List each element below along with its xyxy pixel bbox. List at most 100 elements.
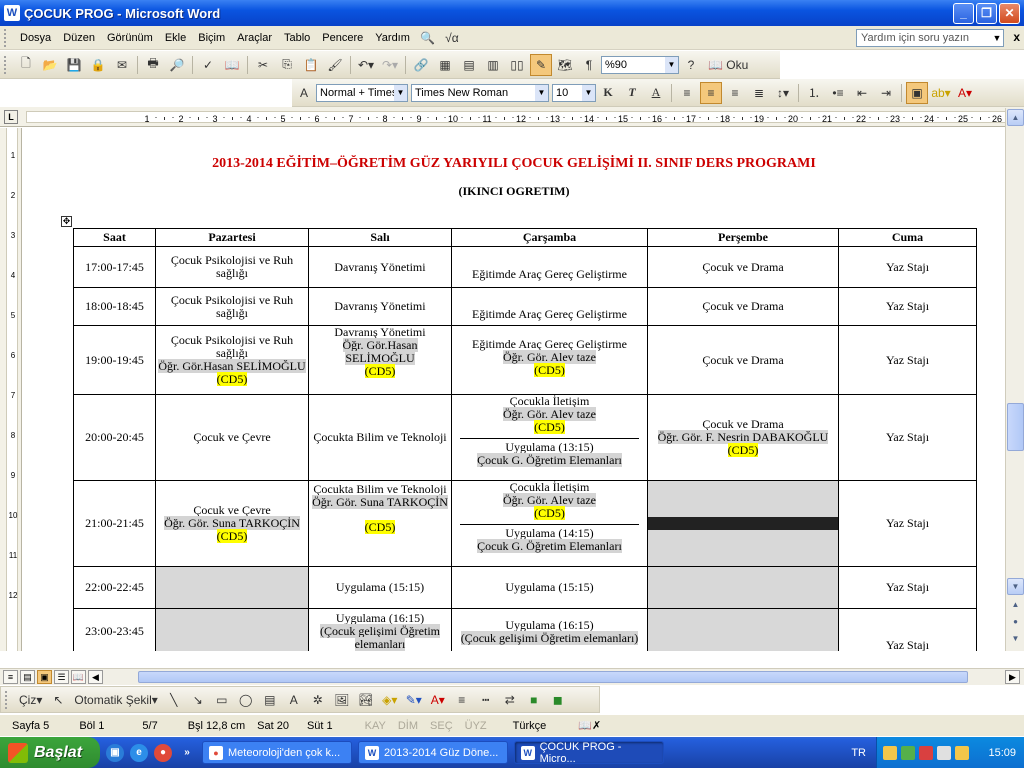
clock[interactable]: 15:09 xyxy=(988,747,1016,759)
open-folder-icon[interactable]: 📂 xyxy=(39,54,61,76)
tray-app-icon[interactable] xyxy=(883,745,897,760)
more-quicklaunch-icon[interactable]: » xyxy=(178,744,196,762)
draw-menu-button[interactable]: Çiz ▾ xyxy=(16,689,45,711)
start-button[interactable]: Başlat xyxy=(0,737,100,768)
thursday-cell-empty[interactable] xyxy=(647,608,839,651)
tray-app-icon[interactable] xyxy=(937,745,951,760)
next-page-icon[interactable]: ▼ xyxy=(1007,630,1024,647)
thursday-cell[interactable]: Çocuk ve Drama xyxy=(647,246,839,288)
help-search-input[interactable]: Yardım için soru yazın xyxy=(856,29,1004,47)
status-track[interactable]: DİM xyxy=(398,720,418,732)
vertical-ruler[interactable]: 1 2 3 4 5 6 7 8 9 10 11 12 xyxy=(0,128,22,651)
toolbar-grip[interactable] xyxy=(5,690,11,709)
bullets-icon[interactable]: •≡ xyxy=(827,82,849,104)
hyperlink-icon[interactable]: 🔗 xyxy=(410,54,432,76)
oval-icon[interactable]: ◯ xyxy=(235,689,257,711)
copy-icon[interactable]: ⎘ xyxy=(276,54,298,76)
tray-app-icon[interactable] xyxy=(919,745,933,760)
monday-cell[interactable]: Çocuk Psikolojisi ve Ruh sağlığı Öğr. Gö… xyxy=(155,325,309,395)
thursday-cell[interactable]: Çocuk ve Drama xyxy=(647,325,839,395)
friday-cell[interactable]: Yaz Stajı xyxy=(838,566,977,609)
outline-view-icon[interactable]: ☰ xyxy=(54,670,69,684)
line-style-icon[interactable]: ≡ xyxy=(451,689,473,711)
normal-view-icon[interactable]: ≡ xyxy=(3,670,18,684)
align-left-icon[interactable]: ≡ xyxy=(676,82,698,104)
chrome-icon[interactable]: ● xyxy=(154,743,172,762)
italic-button[interactable]: T xyxy=(621,82,643,104)
tuesday-cell[interactable]: Uygulama (16:15) (Çocuk gelişimi Öğretim… xyxy=(308,608,452,651)
decrease-indent-icon[interactable]: ⇤ xyxy=(851,82,873,104)
fill-color-icon[interactable]: ◈▾ xyxy=(379,689,401,711)
chevron-down-icon[interactable]: ▼ xyxy=(394,84,407,101)
font-select[interactable]: Times New Roman ▼ xyxy=(411,83,549,102)
increase-indent-icon[interactable]: ⇥ xyxy=(875,82,897,104)
diagram-icon[interactable]: ✲ xyxy=(307,689,329,711)
align-center-icon[interactable]: ≡ xyxy=(700,81,722,104)
chevron-down-icon[interactable]: ▼ xyxy=(535,84,548,101)
scroll-right-icon[interactable]: ▶ xyxy=(1005,670,1020,684)
zoom-select[interactable]: %90 ▼ xyxy=(601,55,679,74)
show-hide-icon[interactable]: ¶ xyxy=(578,54,600,76)
monday-cell[interactable]: Çocuk ve Çevre xyxy=(155,394,309,481)
scroll-down-icon[interactable]: ▼ xyxy=(1007,578,1024,595)
line-color-icon[interactable]: ✎▾ xyxy=(403,689,425,711)
menu-dosya[interactable]: Dosya xyxy=(14,32,57,44)
draw-font-color-icon[interactable]: A▾ xyxy=(427,689,449,711)
menu-pencere[interactable]: Pencere xyxy=(316,32,369,44)
browse-object-icon[interactable]: ● xyxy=(1007,613,1024,630)
menu-gorunum[interactable]: Görünüm xyxy=(101,32,159,44)
document-close-button[interactable]: x xyxy=(1013,30,1020,44)
time-cell[interactable]: 18:00-18:45 xyxy=(73,287,156,326)
email-icon[interactable]: ✉ xyxy=(111,54,133,76)
textbox-icon[interactable]: ▤ xyxy=(259,689,281,711)
3d-icon[interactable]: ◼ xyxy=(547,689,569,711)
reading-view-icon[interactable]: 📖 xyxy=(71,670,86,684)
horizontal-ruler[interactable]: L 1 2 3 4 5 6 7 8 9 10 11 12 13 14 15 16 17 18 19 20 21 22 23 2… xyxy=(0,107,1024,127)
menu-araclar[interactable]: Araçlar xyxy=(231,32,278,44)
underline-button[interactable]: A xyxy=(645,82,667,104)
time-cell[interactable]: 17:00-17:45 xyxy=(73,246,156,288)
tuesday-cell[interactable]: Davranış Yönetimi Öğr. Gör.Hasan SELİMOĞ… xyxy=(308,325,452,395)
chevron-down-icon[interactable]: ▼ xyxy=(990,29,1004,47)
print-icon[interactable]: 🖶 xyxy=(142,54,164,76)
picture-icon[interactable]: 🏞 xyxy=(355,689,377,711)
status-overtype[interactable]: ÜYZ xyxy=(465,720,487,732)
time-cell[interactable]: 20:00-20:45 xyxy=(73,394,156,481)
shadow-icon[interactable]: ■ xyxy=(523,689,545,711)
show-desktop-icon[interactable]: ▣ xyxy=(106,743,124,762)
menu-yardim[interactable]: Yardım xyxy=(369,32,416,44)
spelling-status-icon[interactable]: 📖✗ xyxy=(578,719,601,732)
status-language[interactable]: Türkçe xyxy=(513,720,547,732)
scroll-up-icon[interactable]: ▲ xyxy=(1007,109,1024,126)
new-document-icon[interactable]: 🗋 xyxy=(15,54,37,76)
justify-icon[interactable]: ≣ xyxy=(748,82,770,104)
wednesday-cell[interactable]: Eğitimde Araç Gereç Geliştirme xyxy=(451,246,648,288)
time-cell[interactable]: 22:00-22:45 xyxy=(73,566,156,609)
arrow-icon[interactable]: ↘ xyxy=(187,689,209,711)
print-preview-icon[interactable]: 🔎 xyxy=(166,54,188,76)
menu-tablo[interactable]: Tablo xyxy=(278,32,316,44)
thursday-cell-empty[interactable] xyxy=(647,480,839,567)
previous-page-icon[interactable]: ▲ xyxy=(1007,596,1024,613)
wordart-icon[interactable]: A xyxy=(283,689,305,711)
toolbar-grip[interactable] xyxy=(4,28,10,47)
status-extend[interactable]: SEÇ xyxy=(430,720,453,732)
chevron-down-icon[interactable]: ▼ xyxy=(665,56,678,73)
close-button[interactable]: ✕ xyxy=(999,2,1020,24)
select-pointer-icon[interactable]: ↖ xyxy=(47,689,69,711)
font-color-icon[interactable]: A▾ xyxy=(954,82,976,104)
paste-icon[interactable]: 📋 xyxy=(300,54,322,76)
thursday-cell[interactable]: Çocuk ve Drama Öğr. Gör. F. Nesrin DABAK… xyxy=(647,394,839,481)
tray-app-icon[interactable] xyxy=(955,745,969,760)
menu-duzen[interactable]: Düzen xyxy=(57,32,101,44)
tuesday-cell[interactable]: Davranış Yönetimi xyxy=(308,287,452,326)
monday-cell[interactable]: Çocuk Psikolojisi ve Ruh sağlığı xyxy=(155,246,309,288)
task-word-2013-2014[interactable]: W 2013-2014 Güz Döne... xyxy=(358,741,508,764)
monday-cell[interactable]: Çocuk ve Çevre Öğr. Gör. Suna TARKOÇİN (… xyxy=(155,480,309,567)
style-select[interactable]: Normal + Times ▼ xyxy=(316,83,408,102)
save-icon[interactable]: 💾 xyxy=(63,54,85,76)
print-view-icon[interactable]: ▣ xyxy=(37,670,52,684)
status-record[interactable]: KAY xyxy=(365,720,386,732)
cut-icon[interactable]: ✂ xyxy=(252,54,274,76)
wednesday-cell[interactable]: Eğitimde Araç Gereç Geliştirme Öğr. Gör.… xyxy=(451,325,648,395)
